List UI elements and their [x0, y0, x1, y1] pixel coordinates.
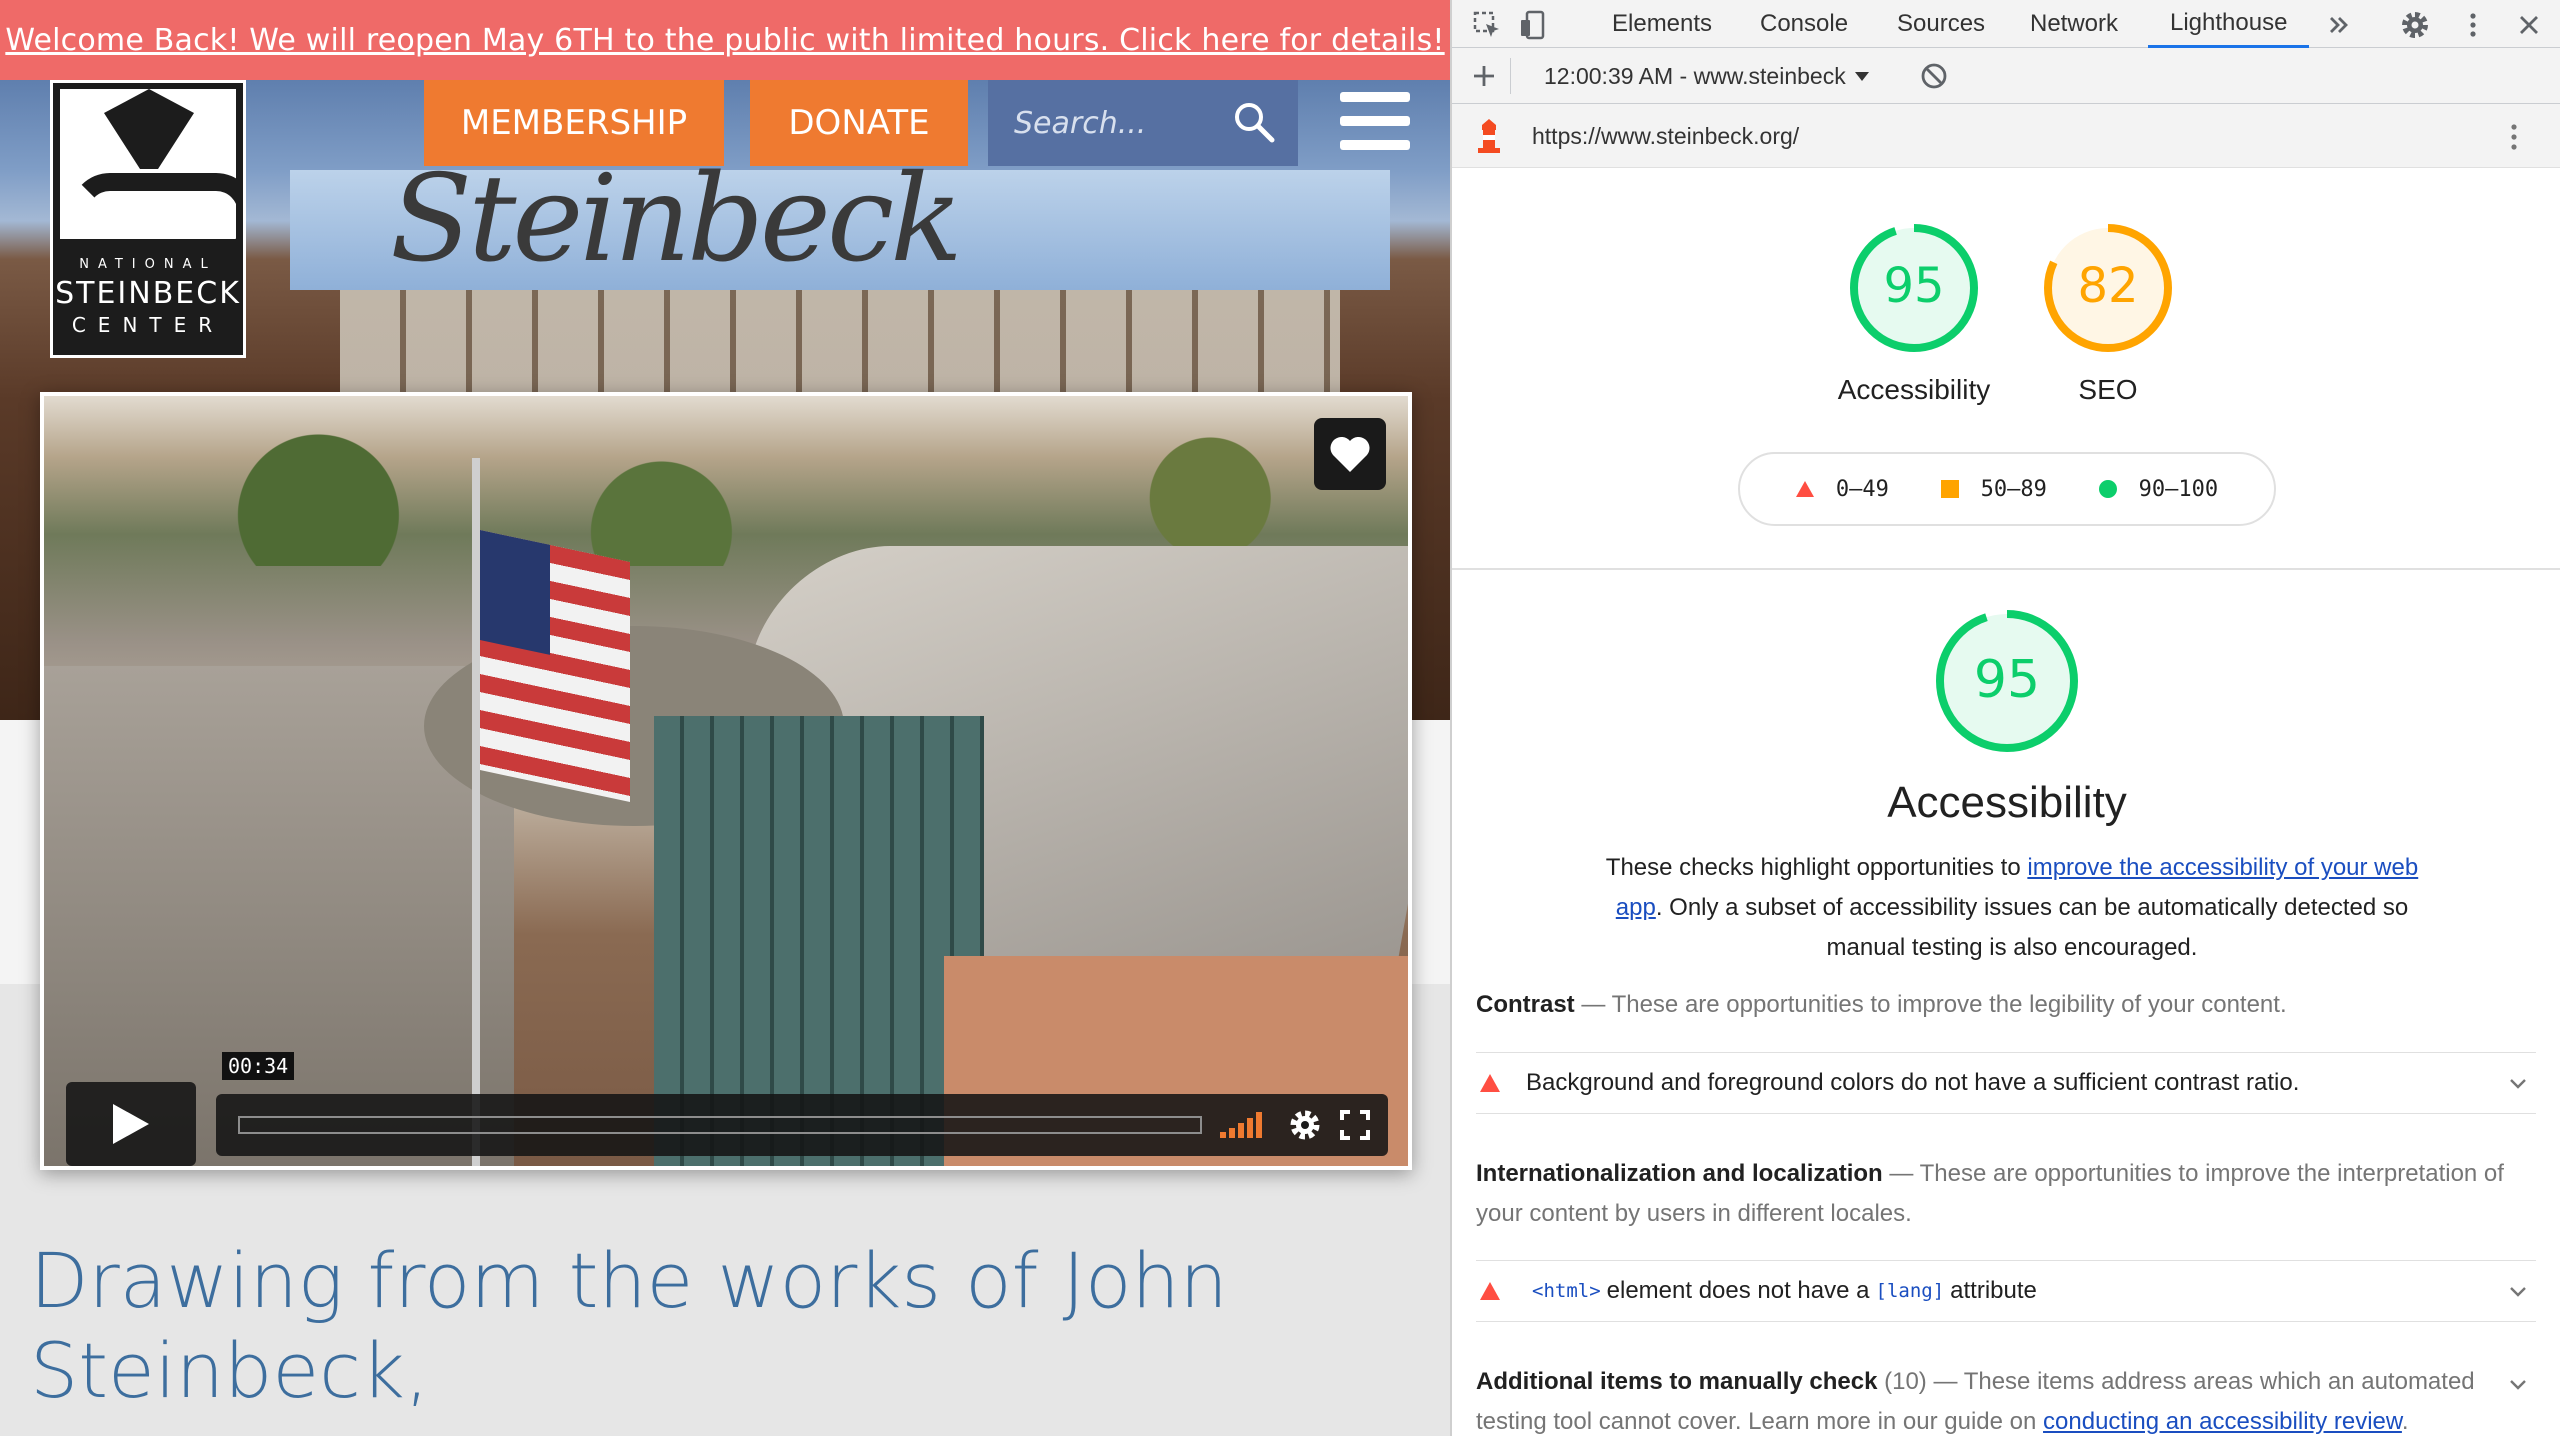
donate-button[interactable]: DONATE — [750, 80, 968, 166]
video-player[interactable]: 00:34 — [40, 392, 1412, 1170]
tab-console[interactable]: Console — [1760, 0, 1848, 48]
website-viewport: Welcome Back! We will reopen May 6TH to … — [0, 0, 1450, 1436]
chevron-down-icon — [2510, 1079, 2526, 1089]
video-time: 00:34 — [222, 1052, 295, 1080]
category-title: Accessibility — [1887, 778, 2127, 827]
report-selector[interactable]: 12:00:39 AM - www.steinbeck — [1544, 48, 1870, 104]
membership-button[interactable]: MEMBERSHIP — [424, 80, 724, 166]
seo-score: 82 — [2077, 258, 2139, 314]
video-progress-bar[interactable] — [238, 1116, 1202, 1134]
page-headline: Drawing from the works of John Steinbeck… — [30, 1236, 1228, 1415]
lighthouse-logo-icon — [1478, 119, 1500, 153]
like-button[interactable] — [1314, 418, 1386, 490]
devtools-panel: Elements Console Sources Network Lightho… — [1450, 0, 2560, 1436]
devtools-tabbar: Elements Console Sources Network Lightho… — [1452, 0, 2560, 48]
manual-check-group-header: Additional items to manually check (10) … — [1476, 1362, 2536, 1442]
accessibility-score: 95 — [1883, 258, 1945, 314]
close-icon[interactable] — [2514, 10, 2544, 40]
new-report-plus-icon[interactable] — [1470, 62, 1498, 90]
video-controls: 00:34 — [66, 1052, 1388, 1166]
play-icon — [113, 1104, 149, 1144]
category-score: 95 — [1973, 650, 2041, 710]
tab-network[interactable]: Network — [2030, 0, 2118, 48]
volume-icon[interactable] — [1220, 1112, 1268, 1138]
contrast-group-header: Contrast — These are opportunities to im… — [1476, 991, 2287, 1018]
site-logo[interactable]: NATIONAL STEINBECK CENTER — [50, 80, 246, 358]
chevron-down-icon[interactable] — [2508, 1374, 2528, 1394]
search-box — [988, 80, 1298, 166]
play-button[interactable] — [66, 1082, 196, 1166]
tab-sources[interactable]: Sources — [1897, 0, 1985, 48]
category-score-gauge: 95 — [1932, 606, 2082, 756]
pass-circle-icon — [2098, 480, 2117, 498]
seo-label: SEO — [2078, 374, 2138, 405]
category-description: These checks highlight opportunities to … — [1605, 854, 2419, 961]
menu-icon[interactable] — [1340, 92, 1412, 152]
report-url: https://www.steinbeck.org/ — [1532, 122, 1800, 149]
contrast-audit-row[interactable]: Background and foreground colors do not … — [1476, 1052, 2536, 1114]
inspect-element-icon[interactable] — [1472, 10, 1502, 40]
accessibility-score-gauge[interactable]: 95 — [1846, 220, 1982, 356]
settings-gear-icon[interactable] — [1288, 1108, 1322, 1142]
chevron-down-icon — [2510, 1287, 2526, 1297]
accessibility-review-link[interactable]: conducting an accessibility review — [2043, 1408, 2402, 1435]
report-menu-icon[interactable] — [2502, 122, 2526, 152]
lang-audit-row[interactable]: <html> element does not have a [lang] at… — [1476, 1260, 2536, 1322]
average-square-icon — [1940, 480, 1959, 498]
hero-signature-sign: Steinbeck — [390, 150, 963, 289]
announcement-link[interactable]: Welcome Back! We will reopen May 6TH to … — [5, 23, 1444, 58]
seo-score-gauge[interactable]: 82 — [2040, 220, 2176, 356]
fullscreen-icon[interactable] — [1340, 1110, 1370, 1140]
announcement-banner: Welcome Back! We will reopen May 6TH to … — [0, 0, 1450, 80]
fail-triangle-icon — [1480, 1282, 1500, 1300]
flag — [480, 530, 630, 802]
score-legend: 0–49 50–89 90–100 — [1738, 452, 2276, 526]
tab-elements[interactable]: Elements — [1612, 0, 1712, 48]
search-icon[interactable] — [1232, 100, 1276, 144]
i18n-group-header: Internationalization and localization — … — [1476, 1160, 2504, 1227]
fail-triangle-icon — [1795, 481, 1814, 497]
clear-report-icon[interactable] — [1920, 62, 1948, 90]
settings-gear-icon[interactable] — [2400, 10, 2430, 40]
search-input[interactable] — [1012, 104, 1232, 142]
kebab-menu-icon[interactable] — [2458, 10, 2488, 40]
video-frame[interactable]: 00:34 — [44, 396, 1408, 1166]
lighthouse-toolbar: 12:00:39 AM - www.steinbeck — [1452, 48, 2560, 104]
tab-lighthouse[interactable]: Lighthouse — [2148, 0, 2310, 48]
fail-triangle-icon — [1480, 1074, 1500, 1092]
heart-icon — [1330, 436, 1370, 472]
report-url-bar: https://www.steinbeck.org/ — [1452, 104, 2560, 168]
control-bar — [216, 1094, 1388, 1156]
logo-mark-icon — [60, 89, 236, 239]
more-tabs-chevron-icon[interactable] — [2324, 10, 2354, 40]
dropdown-caret-icon — [1854, 72, 1869, 81]
device-toolbar-icon[interactable] — [1518, 10, 1548, 40]
